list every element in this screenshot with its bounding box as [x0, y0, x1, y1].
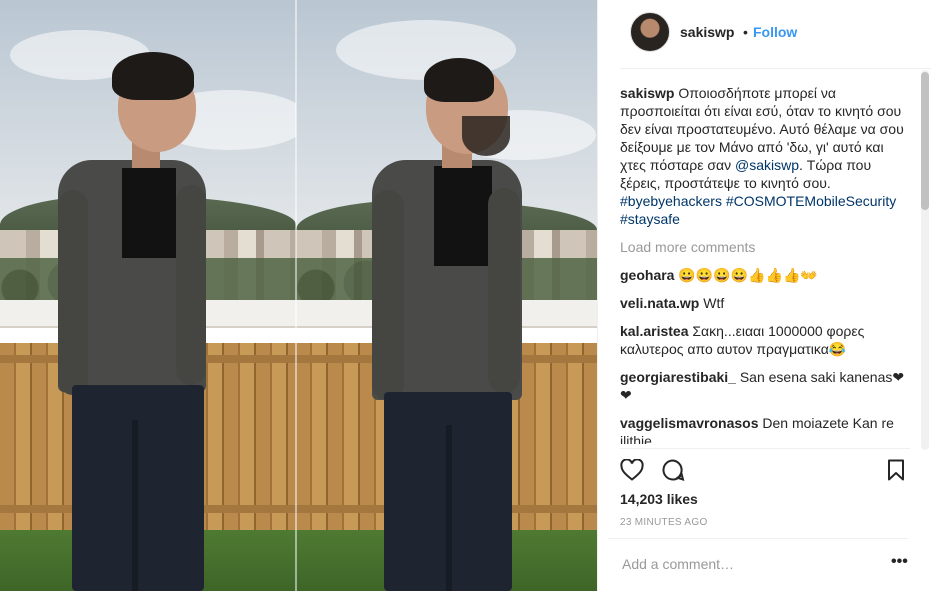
author-avatar[interactable]: [630, 12, 670, 52]
bookmark-icon[interactable]: [887, 459, 905, 486]
comment-item: vaggelismavronasos Den moiazete Kan re i…: [620, 414, 910, 444]
caption-mention[interactable]: @sakiswp: [735, 157, 799, 173]
author-username[interactable]: sakiswp: [680, 24, 734, 40]
likes-count[interactable]: 14,203 likes: [620, 491, 698, 507]
comment-icon[interactable]: [661, 458, 685, 487]
photo-left-half: [0, 0, 296, 591]
photo-right-half: [296, 0, 597, 591]
comment-user[interactable]: georgiarestibaki_: [620, 369, 736, 385]
comment-input[interactable]: [620, 555, 864, 573]
hashtag-staysafe[interactable]: #staysafe: [620, 211, 680, 227]
comment-item: veli.nata.wp Wtf: [620, 294, 910, 312]
follow-button[interactable]: Follow: [753, 24, 797, 40]
comment-text: 😀😀😀😀👍👍👍👐: [678, 267, 818, 283]
comment-item: georgiarestibaki_ San esena saki kanenas…: [620, 368, 910, 404]
comments-list[interactable]: sakiswp Οποιοσδήποτε μπορεί να προσποιεί…: [620, 84, 910, 444]
load-more-comments[interactable]: Load more comments: [620, 238, 910, 256]
instagram-post: sakiswp • Follow sakiswp Οποιοσδήποτε μπ…: [0, 0, 931, 591]
header-separator: •: [743, 24, 748, 40]
post-header: sakiswp • Follow: [620, 0, 931, 69]
scrollbar-thumb[interactable]: [921, 72, 929, 210]
comment-user[interactable]: veli.nata.wp: [620, 295, 699, 311]
comment-text: Wtf: [703, 295, 725, 311]
comment-user[interactable]: vaggelismavronasos: [620, 415, 759, 431]
comment-item: geohara 😀😀😀😀👍👍👍👐: [620, 266, 910, 284]
caption: sakiswp Οποιοσδήποτε μπορεί να προσποιεί…: [620, 84, 910, 228]
post-timestamp[interactable]: 23 MINUTES AGO: [620, 517, 708, 528]
comment-user[interactable]: kal.aristea: [620, 323, 689, 339]
heart-icon[interactable]: [620, 458, 644, 486]
hashtag-cosmotemobilesecurity[interactable]: #COSMOTEMobileSecurity: [726, 193, 896, 209]
more-options-button[interactable]: •••: [891, 553, 908, 571]
add-comment-section: •••: [608, 538, 908, 592]
caption-author[interactable]: sakiswp: [620, 85, 674, 101]
post-photo[interactable]: [0, 0, 597, 591]
hashtag-byebyehackers[interactable]: #byebyehackers: [620, 193, 722, 209]
action-bar: [620, 448, 910, 489]
comment-user[interactable]: geohara: [620, 267, 674, 283]
comment-item: kal.aristea Σακη...ειααι 1000000 φορες κ…: [620, 322, 910, 358]
